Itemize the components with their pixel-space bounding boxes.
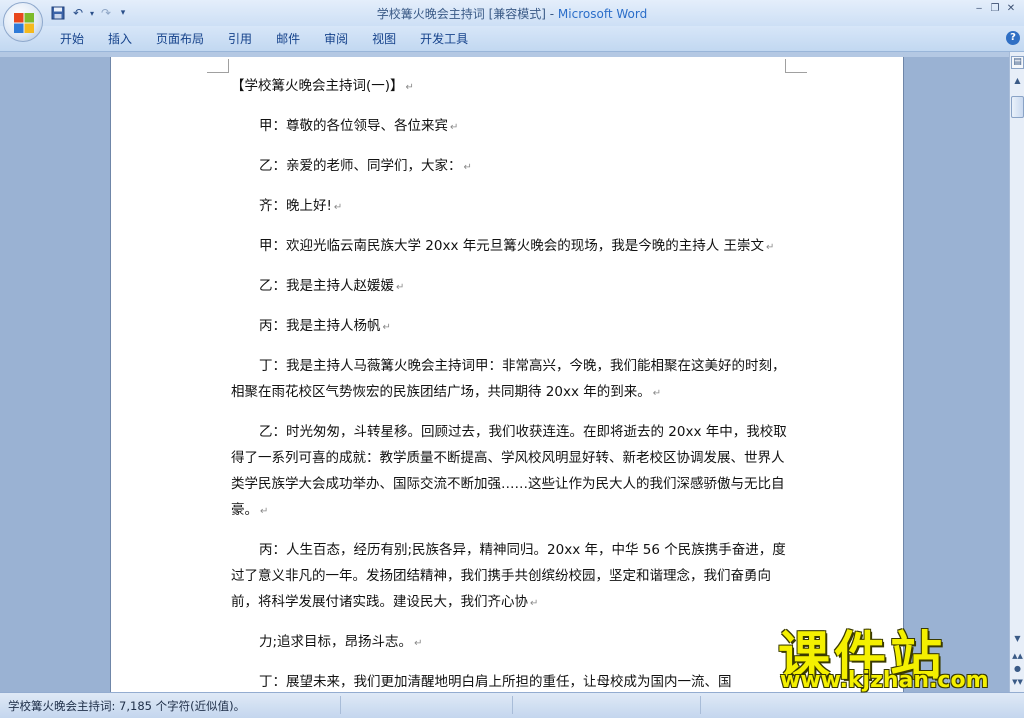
tab-mailings[interactable]: 邮件: [264, 30, 312, 48]
status-separator: [700, 696, 701, 714]
select-browse-object-icon[interactable]: ●: [1011, 663, 1024, 675]
paragraph: 乙：亲爱的老师、同学们，大家： ↵: [259, 158, 472, 174]
tab-insert[interactable]: 插入: [96, 30, 144, 48]
previous-page-icon[interactable]: ▲▲: [1011, 650, 1024, 662]
vertical-scrollbar[interactable]: ▤ ▲ ▼ ▲▲ ● ▼▼: [1009, 52, 1024, 692]
document-heading: 【学校篝火晚会主持词(一)】 ↵: [231, 78, 414, 94]
paragraph: 力;追求目标，昂扬斗志。 ↵: [259, 634, 423, 650]
document-page[interactable]: 【学校篝火晚会主持词(一)】 ↵ 甲：尊敬的各位领导、各位来宾 ↵ 乙：亲爱的老师、…: [110, 57, 904, 717]
paragraph: 甲：欢迎光临云南民族大学 20xx 年元旦篝火晚会的现场，我是今晚的主持人 王崇…: [259, 238, 775, 254]
close-icon[interactable]: ✕: [1004, 2, 1018, 16]
view-ruler-icon[interactable]: ▤: [1011, 56, 1024, 69]
office-button[interactable]: [3, 2, 43, 42]
paragraph: 乙：我是主持人赵媛媛 ↵: [259, 278, 405, 294]
paragraph: 丁：我是主持人马薇篝火晚会主持词甲：非常高兴，今晚，我们能相聚在这美好的时刻，相…: [231, 358, 786, 400]
scroll-down-arrow-icon[interactable]: ▼: [1011, 632, 1024, 646]
minimize-icon[interactable]: ‒: [972, 2, 986, 16]
help-icon[interactable]: ?: [1006, 31, 1020, 45]
office-logo-icon: [14, 13, 34, 33]
word-count-status[interactable]: 学校篝火晚会主持词: 7,185 个字符(近似值)。: [8, 698, 245, 714]
status-bar: 学校篝火晚会主持词: 7,185 个字符(近似值)。: [0, 692, 1024, 718]
window-controls: ‒ ❐ ✕: [972, 2, 1018, 16]
tab-references[interactable]: 引用: [216, 30, 264, 48]
ribbon-tab-bar: 开始 插入 页面布局 引用 邮件 审阅 视图 开发工具 ?: [0, 26, 1024, 52]
tab-developer[interactable]: 开发工具: [408, 30, 480, 48]
tab-review[interactable]: 审阅: [312, 30, 360, 48]
status-separator: [512, 696, 513, 714]
next-page-icon[interactable]: ▼▼: [1011, 676, 1024, 688]
status-separator: [340, 696, 341, 714]
app-name: Microsoft Word: [557, 7, 648, 21]
paragraph: 丙：人生百态，经历有别;民族各异，精神同归。20xx 年，中华 56 个民族携手…: [231, 542, 786, 610]
crop-mark-top-left: [207, 59, 229, 73]
paragraph: 丙：我是主持人杨帆 ↵: [259, 318, 391, 334]
window-title: 学校篝火晚会主持词 [兼容模式] - Microsoft Word: [376, 7, 648, 21]
document-workspace: 【学校篝火晚会主持词(一)】 ↵ 甲：尊敬的各位领导、各位来宾 ↵ 乙：亲爱的老师、…: [0, 52, 1009, 717]
tab-view[interactable]: 视图: [360, 30, 408, 48]
tab-home[interactable]: 开始: [48, 30, 96, 48]
paragraph: 乙：时光匆匆，斗转星移。回顾过去，我们收获连连。在即将逝去的 20xx 年中，我…: [231, 424, 787, 518]
paragraph: 甲：尊敬的各位领导、各位来宾 ↵: [259, 118, 459, 134]
restore-icon[interactable]: ❐: [988, 2, 1002, 16]
paragraph: 齐：晚上好! ↵: [259, 198, 343, 214]
crop-mark-top-right: [785, 59, 807, 73]
document-body[interactable]: 【学校篝火晚会主持词(一)】 ↵ 甲：尊敬的各位领导、各位来宾 ↵ 乙：亲爱的老师、…: [231, 73, 791, 707]
title-bar: ↶ ▾ ↷ ▾ 学校篝火晚会主持词 [兼容模式] - Microsoft Wor…: [0, 0, 1024, 26]
scroll-thumb[interactable]: [1011, 96, 1024, 118]
tab-page-layout[interactable]: 页面布局: [144, 30, 216, 48]
scroll-up-arrow-icon[interactable]: ▲: [1011, 74, 1024, 88]
